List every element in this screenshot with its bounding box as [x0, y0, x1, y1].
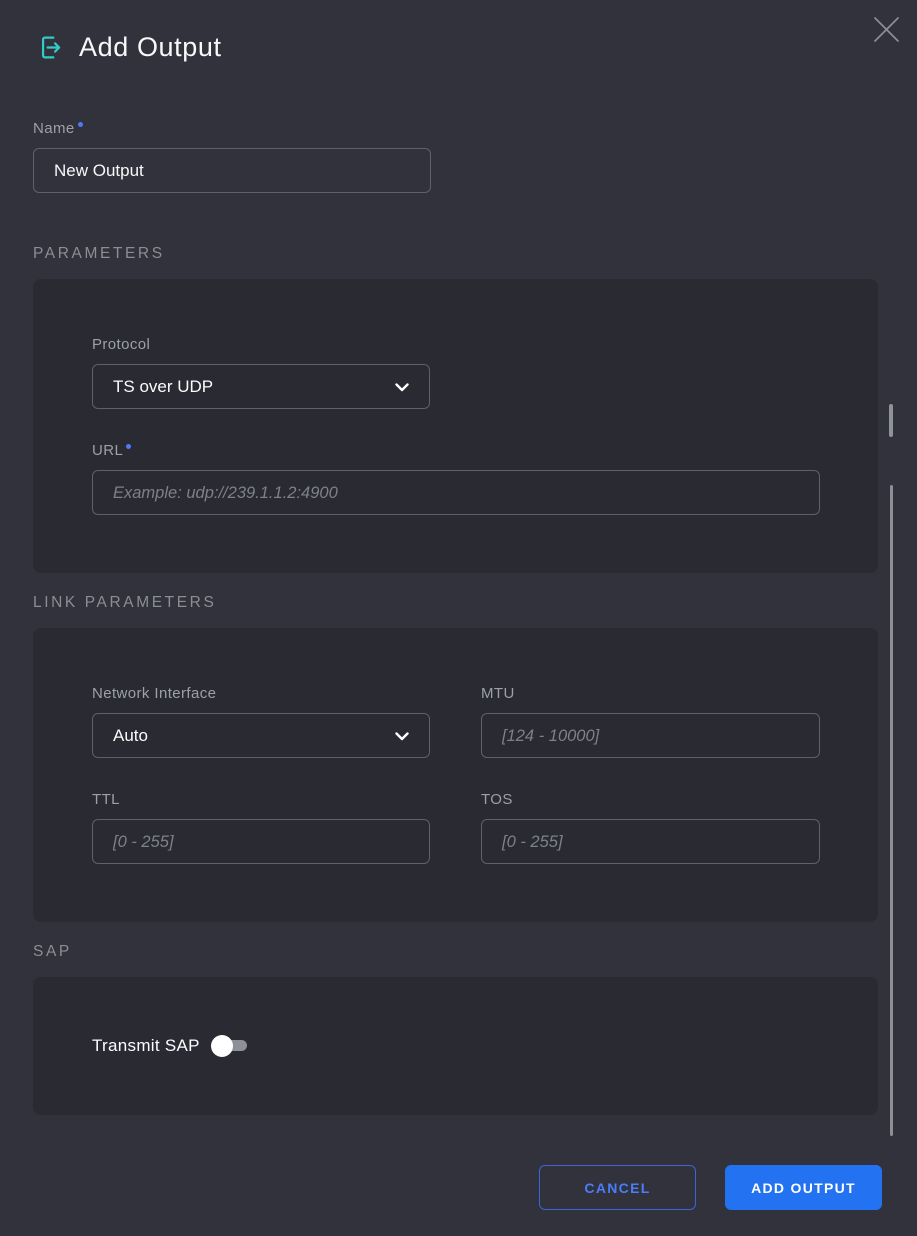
page-title: Add Output	[79, 32, 222, 63]
mtu-input[interactable]	[481, 713, 820, 758]
protocol-select[interactable]: TS over UDP	[92, 364, 430, 409]
network-interface-field: Network Interface Auto	[92, 685, 430, 758]
required-marker	[126, 444, 131, 449]
required-marker	[78, 122, 83, 127]
chevron-down-icon	[395, 726, 409, 746]
url-label: URL	[92, 442, 820, 459]
section-title-parameters: PARAMETERS	[33, 245, 878, 263]
chevron-down-icon	[395, 377, 409, 397]
close-button[interactable]	[869, 14, 903, 48]
toggle-knob	[211, 1035, 233, 1057]
close-icon	[873, 16, 900, 46]
ttl-label: TTL	[92, 791, 430, 808]
protocol-field: Protocol TS over UDP	[92, 336, 430, 409]
ttl-input[interactable]	[92, 819, 430, 864]
tos-input[interactable]	[481, 819, 820, 864]
dialog-header: Add Output	[0, 0, 917, 63]
tos-label: TOS	[481, 791, 820, 808]
link-parameters-panel: Network Interface Auto MTU TTL	[33, 628, 878, 922]
mtu-label: MTU	[481, 685, 820, 702]
transmit-sap-toggle[interactable]	[213, 1040, 247, 1051]
protocol-selected-value: TS over UDP	[113, 377, 213, 397]
parameters-panel: Protocol TS over UDP URL	[33, 279, 878, 573]
section-title-link-parameters: LINK PARAMETERS	[33, 594, 878, 612]
name-input[interactable]	[33, 148, 431, 193]
output-icon	[33, 32, 64, 63]
scrollbar-thumb[interactable]	[889, 404, 893, 437]
ttl-field: TTL	[92, 791, 430, 864]
url-field: URL	[92, 442, 820, 515]
protocol-label: Protocol	[92, 336, 430, 353]
section-title-sap: SAP	[33, 943, 878, 961]
network-interface-selected-value: Auto	[113, 726, 148, 746]
url-input[interactable]	[92, 470, 820, 515]
cancel-button[interactable]: CANCEL	[539, 1165, 696, 1210]
name-label: Name	[33, 120, 431, 137]
sap-panel: Transmit SAP	[33, 977, 878, 1115]
scrollbar-thumb[interactable]	[890, 485, 893, 1136]
name-field: Name	[33, 120, 431, 193]
network-interface-label: Network Interface	[92, 685, 430, 702]
add-output-dialog: { "dialog": { "title": "Add Output" }, "…	[0, 0, 917, 1236]
dialog-footer: CANCEL ADD OUTPUT	[0, 1165, 882, 1210]
transmit-sap-label: Transmit SAP	[92, 1036, 200, 1056]
add-output-button[interactable]: ADD OUTPUT	[725, 1165, 882, 1210]
network-interface-select[interactable]: Auto	[92, 713, 430, 758]
tos-field: TOS	[481, 791, 820, 864]
mtu-field: MTU	[481, 685, 820, 758]
